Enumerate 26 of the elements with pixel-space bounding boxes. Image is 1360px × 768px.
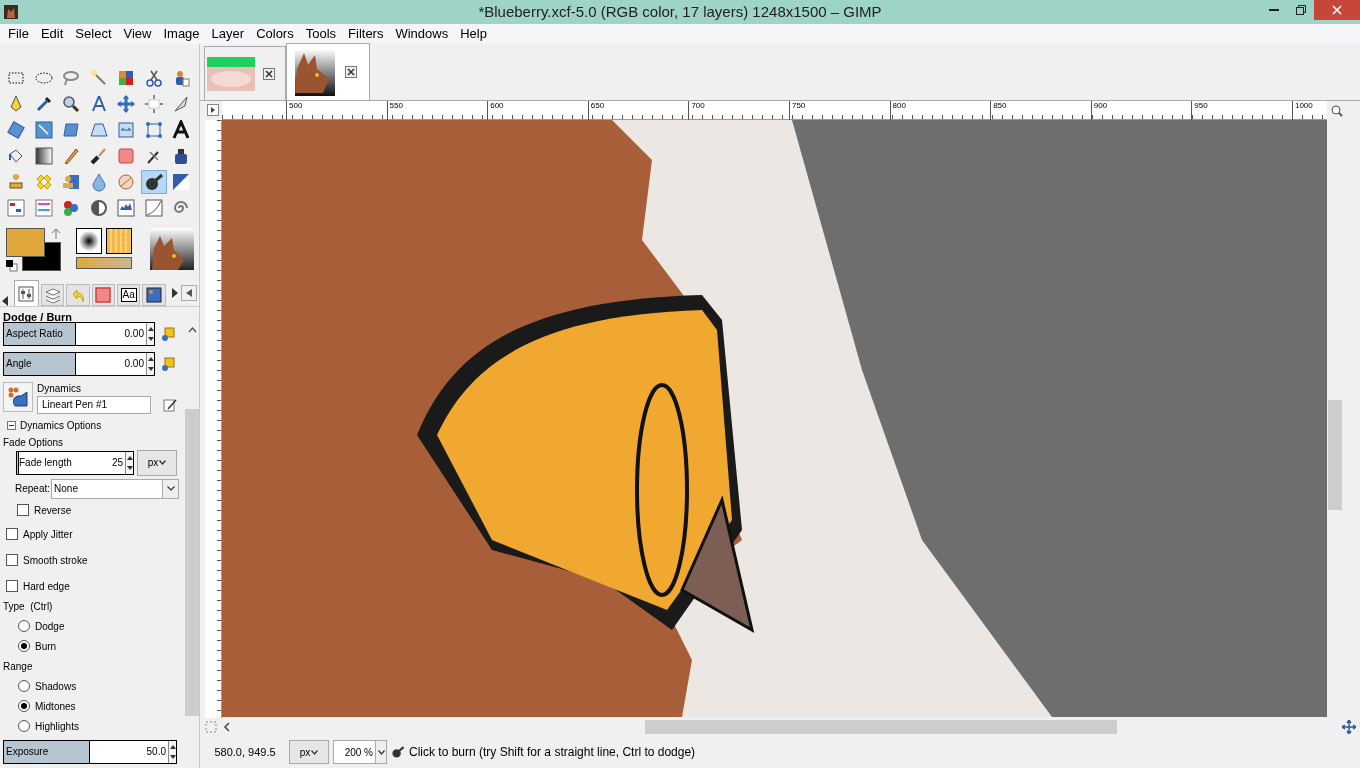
radio-label: Dodge: [35, 619, 65, 634]
slider-label: Aspect Ratio: [5, 327, 63, 341]
radio-label: Burn: [35, 639, 57, 654]
section-label: Dynamics Options: [20, 418, 102, 433]
checkbox-label: Apply Jitter: [23, 527, 73, 542]
slider-value: 0.00: [124, 357, 145, 371]
group-label: Range: [3, 659, 34, 674]
field-label: Dynamics: [37, 381, 82, 396]
radio-label: Shadows: [35, 679, 77, 694]
section-label: Fade Options: [3, 435, 65, 450]
window-title: *Blueberry.xcf-5.0 (RGB color, 17 layers) 1248x1500 – GIMP: [478, 1, 882, 22]
checkbox-label: Hard edge: [23, 579, 70, 594]
pointer-coordinates: 580.0, 949.5: [213, 744, 277, 760]
radio-label: Midtones: [35, 699, 76, 714]
slider-value: 25: [111, 456, 124, 470]
slider-value: 0.00: [124, 327, 145, 341]
group-label: Type (Ctrl): [3, 599, 54, 614]
slider-label: Angle: [5, 357, 32, 371]
field-label: Repeat:: [15, 482, 51, 496]
status-message: Click to burn (try Shift for a straight line, Ctrl to dodge): [409, 744, 696, 761]
slider-value: 50.0: [146, 745, 167, 759]
radio-label: Highlights: [35, 719, 79, 734]
slider-label: Fade length: [18, 456, 72, 470]
checkbox-label: Smooth stroke: [23, 553, 88, 568]
checkbox-label: Reverse: [34, 503, 72, 518]
slider-label: Exposure: [5, 745, 49, 759]
